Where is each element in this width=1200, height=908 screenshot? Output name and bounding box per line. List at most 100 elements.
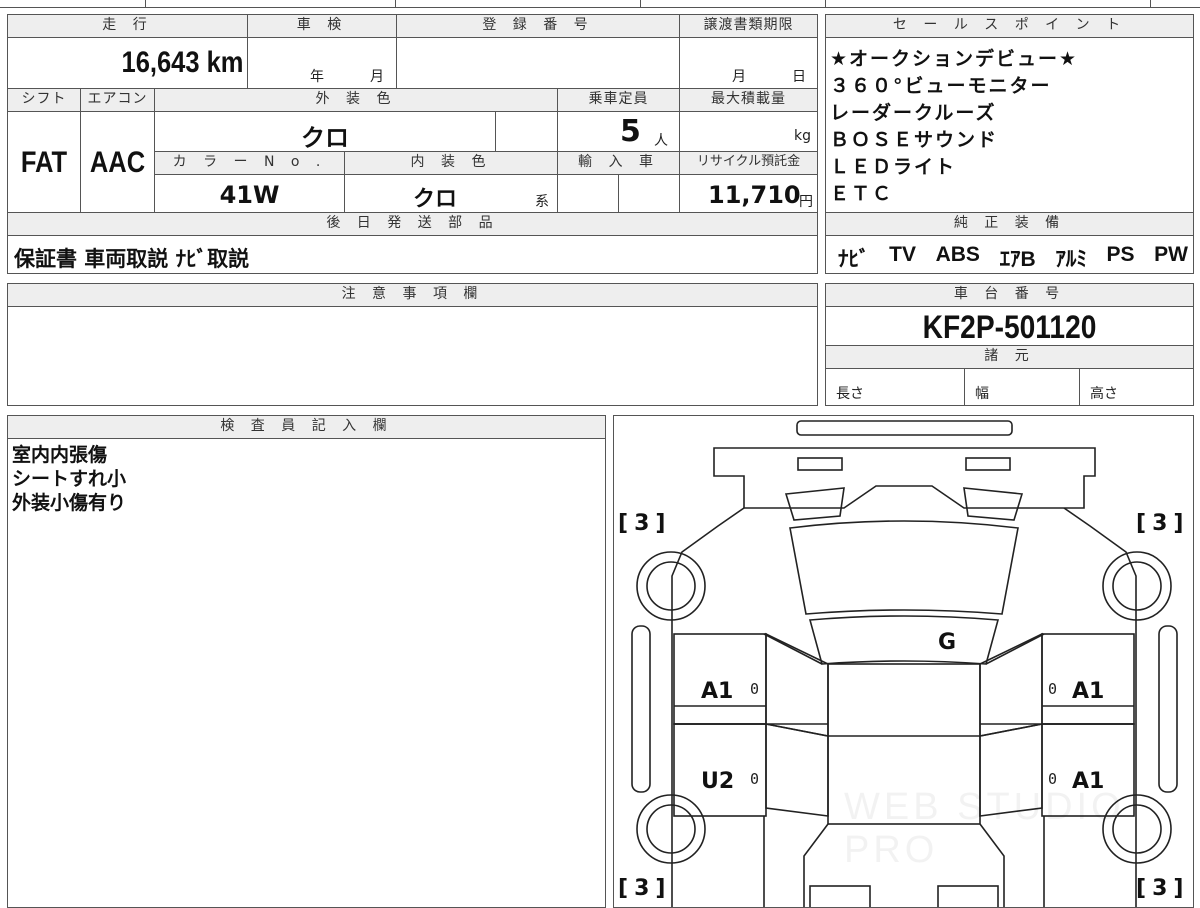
shift-value: FAT xyxy=(20,146,68,179)
sales-points-header: セ ー ル ス ポ イ ン ト xyxy=(825,14,1194,38)
aircon-cell: AAC xyxy=(80,111,155,213)
transfer-month-unit: 月 xyxy=(732,69,746,85)
inspection-cell: 年 月 xyxy=(247,37,397,89)
transfer-day-unit: 日 xyxy=(792,69,806,85)
front-bumper-bar xyxy=(796,420,1013,436)
tire-tread-rear-left: [3] xyxy=(618,876,672,901)
left-front-door-mark: A1 xyxy=(701,679,734,704)
top-strip-divider xyxy=(825,0,826,8)
max-load-unit: kg xyxy=(794,128,811,144)
exterior-color-cell: クロ xyxy=(154,111,496,152)
recycle-header: リサイクル預託金 xyxy=(679,151,818,175)
capacity-unit: 人 xyxy=(654,133,668,149)
later-parts-value: 保証書 車両取説 ﾅﾋﾞ取説 xyxy=(14,247,250,271)
max-load-header: 最大積載量 xyxy=(679,88,818,112)
watermark: WEB STUDIO PRO xyxy=(844,786,1125,871)
genuine-equipment-list: ﾅﾋﾞ TV ABS ｴｱB ｱﾙﾐ PS PW xyxy=(838,243,1188,273)
recycle-fee-value: 11,710 xyxy=(708,181,801,209)
spec-width-cell: 幅 xyxy=(964,368,1080,406)
registration-cell xyxy=(396,37,680,89)
mileage-value: 16,643 km xyxy=(121,46,243,79)
interior-suffix: 系 xyxy=(535,194,549,210)
hood xyxy=(789,520,1019,615)
equipment-item: PS xyxy=(1106,243,1135,266)
recycle-cell: 11,710 円 xyxy=(679,174,818,213)
top-strip-divider xyxy=(1150,0,1151,8)
left-rear-zero: 0 xyxy=(750,770,760,788)
left-side-skirt xyxy=(631,625,651,793)
top-strip-divider xyxy=(395,0,396,8)
color-no-value: 41W xyxy=(219,181,280,209)
windshield xyxy=(808,615,1000,665)
capacity-cell: 5 人 xyxy=(557,111,680,152)
equipment-item: PW xyxy=(1154,243,1188,266)
front-body-outline xyxy=(713,447,1096,509)
tire-tread-front-right: [3] xyxy=(1136,511,1190,536)
equipment-item: TV xyxy=(889,243,916,266)
interior-color-value: クロ xyxy=(412,187,457,212)
equipment-item: ABS xyxy=(935,243,980,266)
spec-length-label: 長さ xyxy=(836,386,864,402)
import-header: 輸 入 車 xyxy=(557,151,680,175)
import-cell-right xyxy=(618,174,680,213)
chassis-number: KF2P-501120 xyxy=(922,309,1097,345)
spec-width-label: 幅 xyxy=(975,386,989,402)
sales-point-item: ＥＴＣ xyxy=(830,183,894,205)
shift-header: シフト xyxy=(7,88,81,112)
inspector-header: 検 査 員 記 入 欄 xyxy=(7,415,606,439)
top-strip-divider xyxy=(145,0,146,8)
genuine-equipment-header: 純 正 装 備 xyxy=(825,212,1194,236)
caution-header: 注 意 事 項 欄 xyxy=(7,283,818,307)
equipment-item: ｴｱB xyxy=(999,248,1036,271)
color-no-header: カ ラ ー N o . xyxy=(154,151,345,175)
specs-header: 諸 元 xyxy=(825,345,1194,369)
capacity-header: 乗車定員 xyxy=(557,88,680,112)
registration-header: 登 録 番 号 xyxy=(396,14,680,38)
sales-point-item: レーダークルーズ xyxy=(830,102,997,124)
max-load-cell: kg xyxy=(679,111,818,152)
interior-color-header: 内 装 色 xyxy=(344,151,558,175)
headlight-left xyxy=(784,487,845,521)
inspector-note: 室内内張傷 xyxy=(12,444,108,466)
inspector-body: 室内内張傷 シートすれ小 外装小傷有り xyxy=(7,438,606,908)
tire-tread-rear-right: [3] xyxy=(1136,876,1190,901)
equipment-item: ﾅﾋﾞ xyxy=(838,248,870,271)
aircon-header: エアコン xyxy=(80,88,155,112)
later-parts-header: 後 日 発 送 部 品 xyxy=(7,212,818,236)
top-strip xyxy=(0,0,1200,8)
recycle-unit: 円 xyxy=(799,194,813,210)
aircon-value: AAC xyxy=(89,146,146,179)
chassis-header: 車 台 番 号 xyxy=(825,283,1194,307)
inspection-month-unit: 月 xyxy=(370,69,384,85)
transfer-deadline-header: 譲渡書類期限 xyxy=(679,14,818,38)
sales-points-body: ★オークションデビュー★ ３６０°ビューモニター レーダークルーズ ＢＯＳＥサウ… xyxy=(825,37,1194,213)
exterior-color-header: 外 装 色 xyxy=(154,88,558,112)
front-light-left xyxy=(797,457,843,471)
left-rear-door-mark: U2 xyxy=(701,769,735,794)
interior-color-cell: クロ 系 xyxy=(344,174,558,213)
equipment-item: ｱﾙﾐ xyxy=(1055,248,1087,271)
spec-height-cell: 高さ xyxy=(1079,368,1194,406)
genuine-equipment-body: ﾅﾋﾞ TV ABS ｴｱB ｱﾙﾐ PS PW xyxy=(825,235,1194,274)
spec-height-label: 高さ xyxy=(1090,386,1118,402)
top-strip-divider xyxy=(640,0,641,8)
chassis-cell: KF2P-501120 xyxy=(825,306,1194,346)
mileage-cell: 16,643 km xyxy=(7,37,248,89)
tire-tread-front-left: [3] xyxy=(618,511,672,536)
caution-body xyxy=(7,306,818,406)
front-light-right xyxy=(965,457,1011,471)
left-front-zero: 0 xyxy=(750,680,760,698)
sales-point-item: ３６０°ビューモニター xyxy=(830,75,1052,97)
inspection-year-unit: 年 xyxy=(310,69,324,85)
outer-left-side xyxy=(671,507,745,907)
right-front-door-mark: A1 xyxy=(1072,679,1105,704)
exterior-color-value: クロ xyxy=(301,124,349,152)
sales-point-item: ＢＯＳＥサウンド xyxy=(830,129,999,151)
color-no-cell: 41W xyxy=(154,174,345,213)
inspection-header: 車 検 xyxy=(247,14,397,38)
inspector-note: シートすれ小 xyxy=(12,468,127,490)
rear-bumper-bar xyxy=(809,885,871,907)
capacity-value: 5 xyxy=(620,114,641,149)
car-diagram-panel: [3] [3] [3] [3] G A1 0 A1 0 U2 0 A1 0 WE… xyxy=(613,415,1194,908)
import-cell-left xyxy=(557,174,619,213)
